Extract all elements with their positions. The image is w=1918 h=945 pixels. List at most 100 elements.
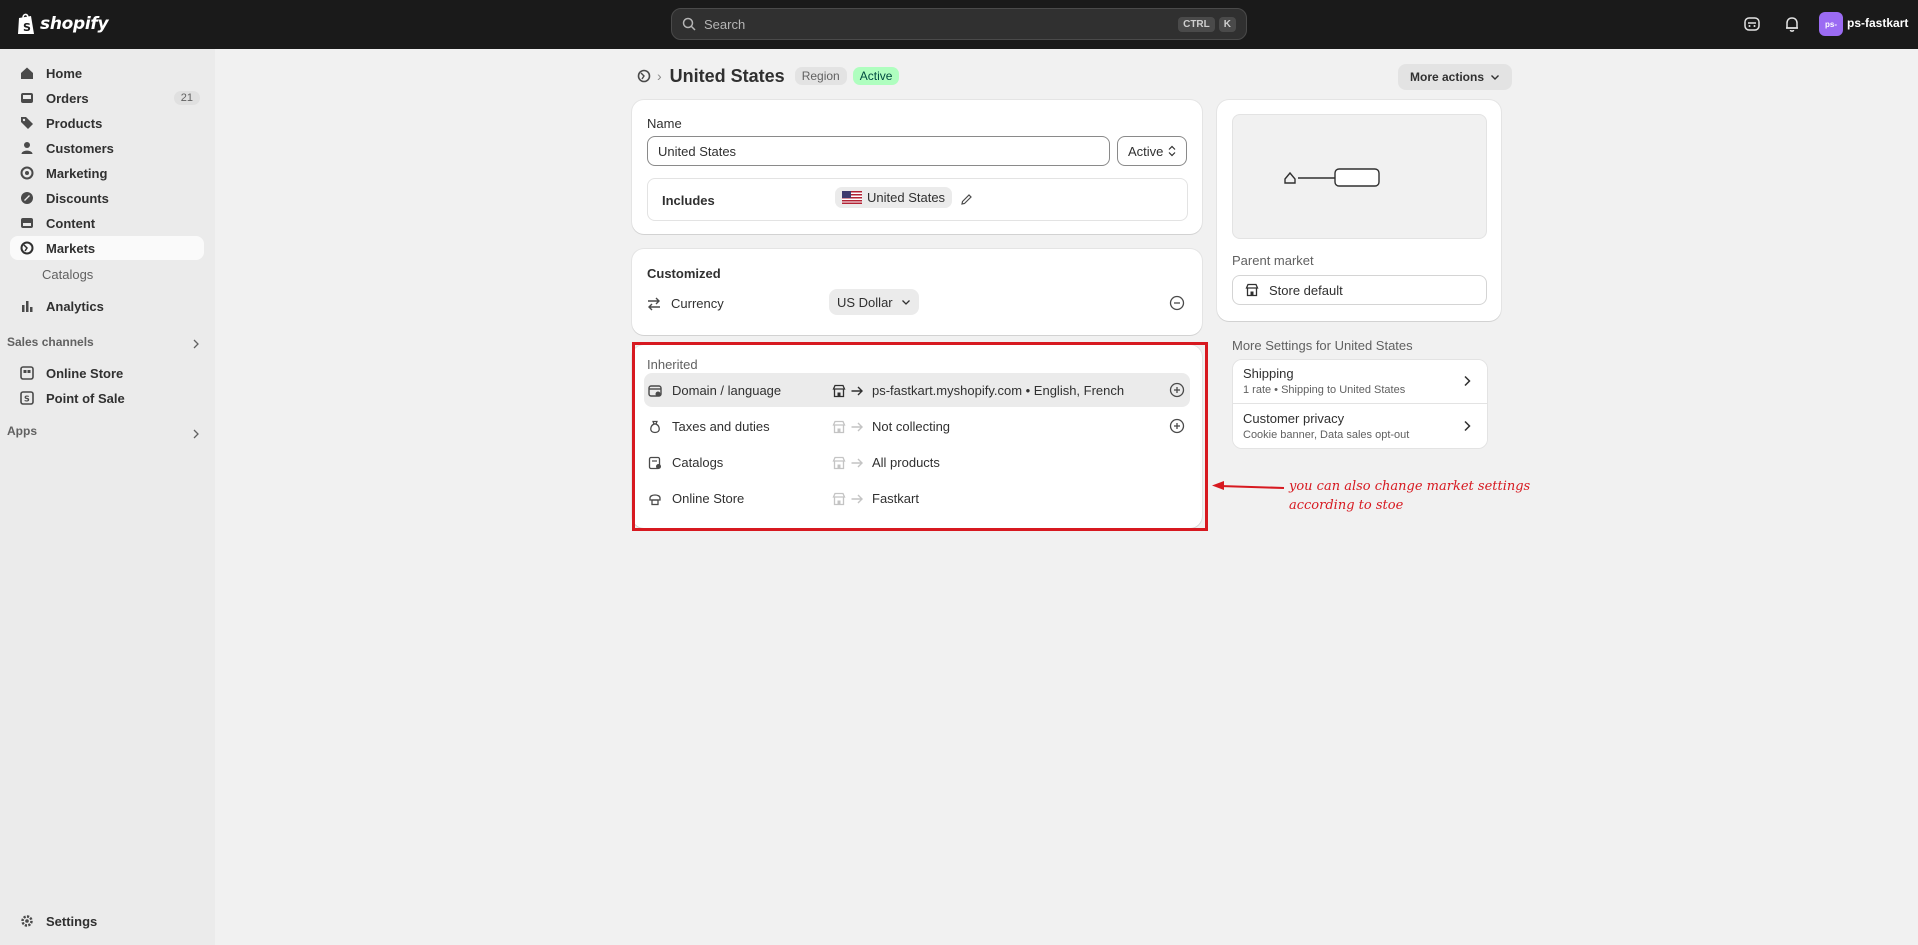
includes-country-tag: United States bbox=[835, 187, 953, 208]
sidebar-item-products[interactable]: Products bbox=[10, 111, 204, 135]
svg-text:S: S bbox=[24, 395, 30, 404]
orders-count-badge: 21 bbox=[173, 91, 200, 105]
tag-icon bbox=[21, 117, 33, 129]
chevron-right-icon bbox=[1464, 375, 1471, 387]
page-title: United States bbox=[669, 65, 785, 86]
settings-row-shipping[interactable]: Shipping 1 rate • Shipping to United Sta… bbox=[1233, 360, 1487, 404]
sidebar-item-label: Online Store bbox=[46, 365, 124, 381]
sidebar-item-label: Point of Sale bbox=[46, 390, 125, 406]
sidebar-item-content[interactable]: Content bbox=[10, 211, 204, 235]
includes-label: Includes bbox=[662, 193, 715, 208]
chevron-right-icon[interactable] bbox=[191, 339, 201, 349]
sidebar-subitem-catalogs[interactable]: Catalogs bbox=[42, 267, 93, 282]
breadcrumb-separator: › bbox=[657, 68, 662, 84]
globe-icon bbox=[20, 241, 34, 255]
online-store-icon bbox=[20, 366, 34, 380]
sidebar-item-label: Products bbox=[46, 115, 103, 131]
shopify-bag-icon: S bbox=[18, 13, 34, 34]
select-arrows-icon bbox=[1168, 145, 1176, 157]
sidebar-item-settings[interactable]: Settings bbox=[10, 909, 204, 933]
name-field-value: United States bbox=[658, 143, 737, 159]
shopify-logo[interactable]: S shopify bbox=[16, 12, 109, 36]
remove-circle-icon[interactable] bbox=[1169, 295, 1185, 311]
bell-icon[interactable] bbox=[1782, 14, 1802, 34]
annotation-highlight-box bbox=[632, 342, 1208, 531]
sidebar-item-label: Content bbox=[46, 215, 96, 231]
more-actions-label: More actions bbox=[1410, 70, 1485, 84]
search-input[interactable]: Search CTRL K bbox=[671, 8, 1247, 40]
customized-heading: Customized bbox=[647, 266, 721, 281]
sidebar-item-analytics[interactable]: Analytics bbox=[10, 294, 204, 318]
discount-icon bbox=[21, 192, 33, 204]
gear-icon bbox=[21, 915, 33, 927]
parent-market-label: Parent market bbox=[1232, 253, 1314, 268]
store-icon bbox=[1245, 283, 1259, 297]
parent-market-value: Store default bbox=[1269, 282, 1343, 298]
sidebar-item-label: Home bbox=[46, 65, 83, 81]
chevron-right-icon bbox=[1464, 420, 1471, 432]
sidebar-item-label: Analytics bbox=[46, 298, 104, 314]
chevron-down-icon bbox=[901, 300, 910, 305]
currency-row-label: Currency bbox=[647, 296, 724, 311]
sidebar-item-home[interactable]: Home bbox=[10, 61, 204, 85]
settings-row-subtitle: 1 rate • Shipping to United States bbox=[1243, 384, 1406, 396]
sidebar-item-orders[interactable]: Orders 21 bbox=[10, 86, 204, 110]
customized-card: Customized Currency US Dollar bbox=[632, 249, 1202, 335]
settings-row-title: Shipping bbox=[1243, 366, 1294, 381]
includes-box: Includes United States bbox=[647, 178, 1188, 221]
page-header: › United States Region Active bbox=[637, 63, 900, 89]
orders-icon bbox=[21, 93, 33, 103]
sidebar-item-online-store[interactable]: Online Store bbox=[10, 361, 204, 385]
us-flag-icon bbox=[842, 191, 862, 204]
market-diagram bbox=[1232, 114, 1487, 239]
parent-market-field[interactable]: Store default bbox=[1232, 275, 1487, 305]
sidebar-item-point-of-sale[interactable]: S Point of Sale bbox=[10, 386, 204, 410]
annotation-line-2: according to stoe bbox=[1289, 498, 1404, 513]
sidebar-item-markets[interactable]: Markets bbox=[10, 236, 204, 260]
annotation-arrow-icon bbox=[1212, 481, 1285, 490]
name-label: Name bbox=[647, 116, 682, 131]
sidebar-item-label: Orders bbox=[46, 90, 89, 106]
annotation-line-1: you can also change market settings bbox=[1289, 479, 1531, 494]
apps-heading[interactable]: Apps bbox=[7, 424, 37, 438]
settings-row-title: Customer privacy bbox=[1243, 411, 1345, 426]
avatar[interactable]: ps- bbox=[1819, 12, 1843, 36]
name-field[interactable]: United States bbox=[647, 136, 1110, 166]
status-select[interactable]: Active bbox=[1117, 136, 1187, 166]
more-settings-heading: More Settings for United States bbox=[1232, 338, 1413, 353]
svg-text:S: S bbox=[23, 21, 31, 34]
top-bar: S shopify Search CTRL K ps- ps-fastkart bbox=[0, 0, 1918, 49]
sidebar-item-discounts[interactable]: Discounts bbox=[10, 186, 204, 210]
globe-icon[interactable] bbox=[637, 69, 651, 83]
person-icon bbox=[21, 142, 33, 154]
region-badge: Region bbox=[794, 67, 847, 85]
chevron-right-icon[interactable] bbox=[191, 429, 201, 439]
market-map-card: Parent market Store default bbox=[1217, 100, 1501, 321]
store-name[interactable]: ps-fastkart bbox=[1847, 16, 1908, 30]
sidebar-item-label: Customers bbox=[46, 140, 114, 156]
settings-row-customer-privacy[interactable]: Customer privacy Cookie banner, Data sal… bbox=[1233, 405, 1487, 448]
sidebar-item-marketing[interactable]: Marketing bbox=[10, 161, 204, 185]
more-settings-list: Shipping 1 rate • Shipping to United Sta… bbox=[1232, 359, 1488, 449]
sidebar-item-label: Settings bbox=[46, 913, 98, 929]
sidekick-icon[interactable] bbox=[1742, 14, 1762, 34]
sidebar-item-label: Marketing bbox=[46, 165, 108, 181]
sidebar: Home Orders 21 Products Customers Market… bbox=[0, 49, 215, 945]
bar-chart-icon bbox=[22, 301, 33, 312]
more-actions-button[interactable]: More actions bbox=[1398, 64, 1513, 90]
search-icon bbox=[682, 17, 696, 31]
target-icon bbox=[20, 166, 34, 180]
home-icon bbox=[21, 67, 33, 79]
sidebar-item-label: Markets bbox=[46, 240, 96, 256]
status-badge: Active bbox=[852, 67, 900, 85]
currency-exchange-icon bbox=[648, 297, 660, 310]
sidebar-item-label: Discounts bbox=[46, 190, 109, 206]
pencil-icon[interactable] bbox=[960, 193, 973, 206]
shortcut-k: K bbox=[1218, 16, 1236, 32]
sidebar-item-customers[interactable]: Customers bbox=[10, 136, 204, 160]
chevron-down-icon bbox=[1491, 75, 1500, 80]
currency-value: US Dollar bbox=[837, 294, 893, 310]
sales-channels-heading[interactable]: Sales channels bbox=[7, 335, 94, 349]
currency-label: Currency bbox=[671, 296, 724, 311]
currency-select[interactable]: US Dollar bbox=[829, 289, 919, 315]
